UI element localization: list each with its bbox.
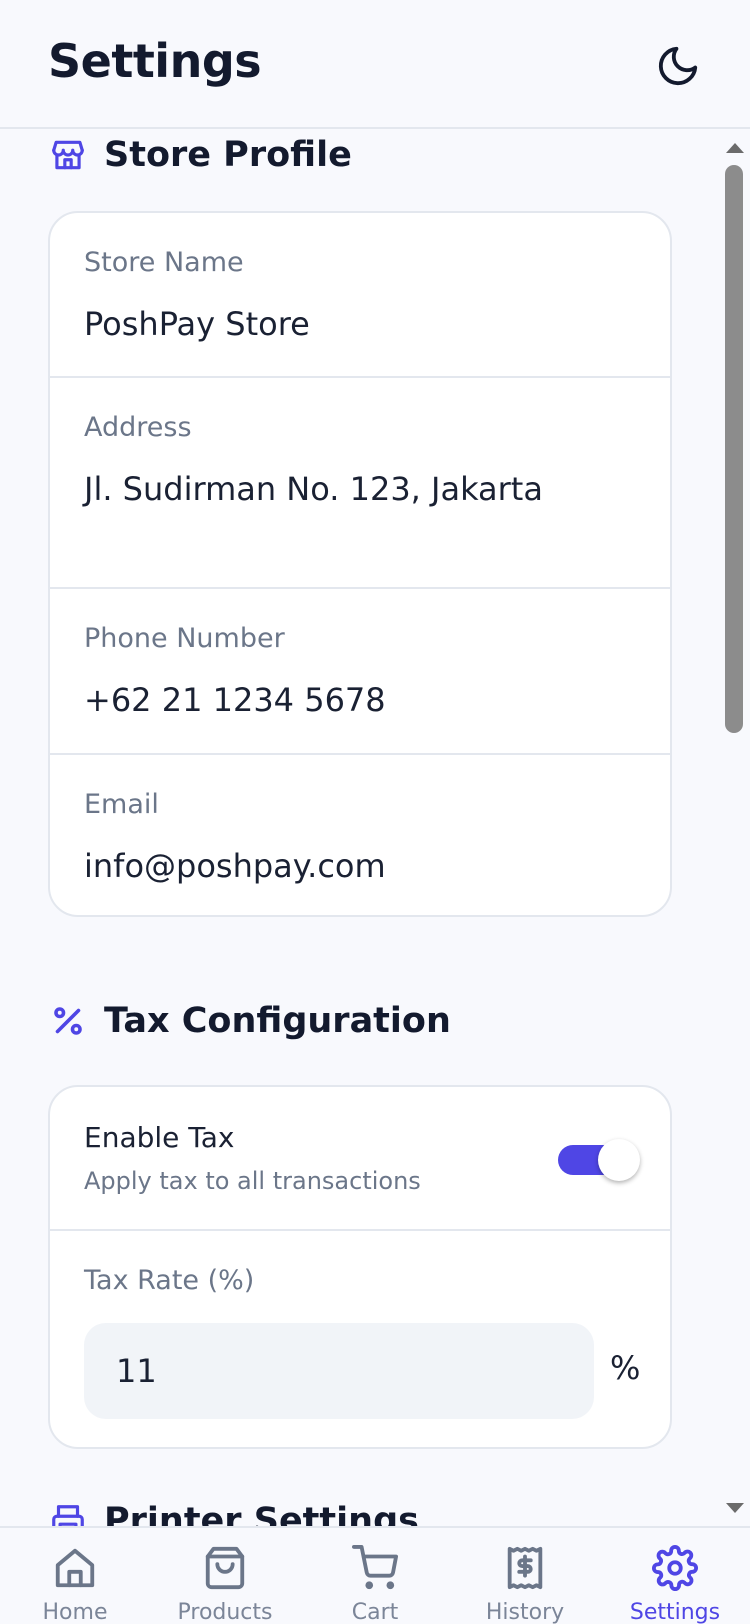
nav-item-history[interactable]: History [450, 1542, 600, 1624]
nav-label: Cart [351, 1600, 399, 1624]
nav-label: Products [177, 1600, 273, 1624]
page-title: Settings [48, 34, 262, 88]
nav-item-cart[interactable]: Cart [300, 1542, 450, 1624]
tax-configuration-card: Enable Tax Apply tax to all transactions… [48, 1085, 672, 1449]
store-profile-card: Store Name PoshPay Store Address Jl. Sud… [48, 211, 672, 917]
address-field[interactable]: Address Jl. Sudirman No. 123, Jakarta [50, 378, 670, 589]
store-icon [48, 135, 88, 175]
tax-rate-label: Tax Rate (%) [84, 1265, 255, 1296]
tax-rate-input[interactable] [84, 1323, 594, 1419]
enable-tax-subtitle: Apply tax to all transactions [84, 1167, 421, 1195]
enable-tax-row: Enable Tax Apply tax to all transactions [50, 1087, 670, 1231]
nav-item-home[interactable]: Home [0, 1542, 150, 1624]
home-icon [49, 1542, 101, 1594]
scroll-down-arrow-icon[interactable] [726, 1503, 744, 1513]
nav-label: Home [42, 1600, 108, 1624]
cart-icon [349, 1542, 401, 1594]
section-title-store-profile: Store Profile [48, 135, 352, 175]
phone-number-value[interactable]: +62 21 1234 5678 [84, 681, 386, 719]
enable-tax-toggle[interactable] [558, 1139, 640, 1181]
toggle-knob [598, 1139, 640, 1181]
email-field[interactable]: Email info@poshpay.com [50, 755, 670, 915]
nav-label: History [485, 1600, 565, 1624]
section-title-text: Printer Settings [104, 1501, 419, 1526]
settings-scroll-area[interactable]: Store Profile Store Name PoshPay Store A… [0, 131, 750, 1526]
moon-icon [658, 46, 698, 86]
field-label: Address [84, 412, 192, 443]
section-title-text: Tax Configuration [104, 1001, 451, 1041]
scroll-up-arrow-icon[interactable] [726, 143, 744, 153]
section-title-tax-configuration: Tax Configuration [48, 1001, 451, 1041]
percent-icon [48, 1001, 88, 1041]
address-value[interactable]: Jl. Sudirman No. 123, Jakarta [84, 470, 543, 508]
section-title-printer-settings: Printer Settings [48, 1501, 419, 1526]
phone-number-field[interactable]: Phone Number +62 21 1234 5678 [50, 589, 670, 755]
store-name-field[interactable]: Store Name PoshPay Store [50, 213, 670, 378]
tax-rate-suffix: % [610, 1349, 641, 1387]
field-label: Phone Number [84, 623, 285, 654]
store-name-value[interactable]: PoshPay Store [84, 305, 310, 343]
theme-toggle-button[interactable] [650, 38, 706, 94]
scrollbar-thumb[interactable] [725, 165, 743, 733]
nav-label: Settings [629, 1600, 721, 1624]
tax-rate-field: Tax Rate (%) % [50, 1231, 670, 1447]
email-value[interactable]: info@poshpay.com [84, 847, 386, 885]
bottom-navigation: Home Products Cart History Settings [0, 1526, 750, 1624]
nav-item-products[interactable]: Products [150, 1542, 300, 1624]
field-label: Store Name [84, 247, 244, 278]
receipt-icon [499, 1542, 551, 1594]
printer-icon [48, 1501, 88, 1526]
scrollbar[interactable] [722, 131, 746, 1526]
app-header: Settings [0, 0, 750, 129]
shopping-bag-icon [199, 1542, 251, 1594]
field-label: Email [84, 789, 159, 820]
section-title-text: Store Profile [104, 135, 352, 175]
nav-item-settings[interactable]: Settings [600, 1542, 750, 1624]
gear-icon [649, 1542, 701, 1594]
enable-tax-title: Enable Tax [84, 1121, 235, 1154]
